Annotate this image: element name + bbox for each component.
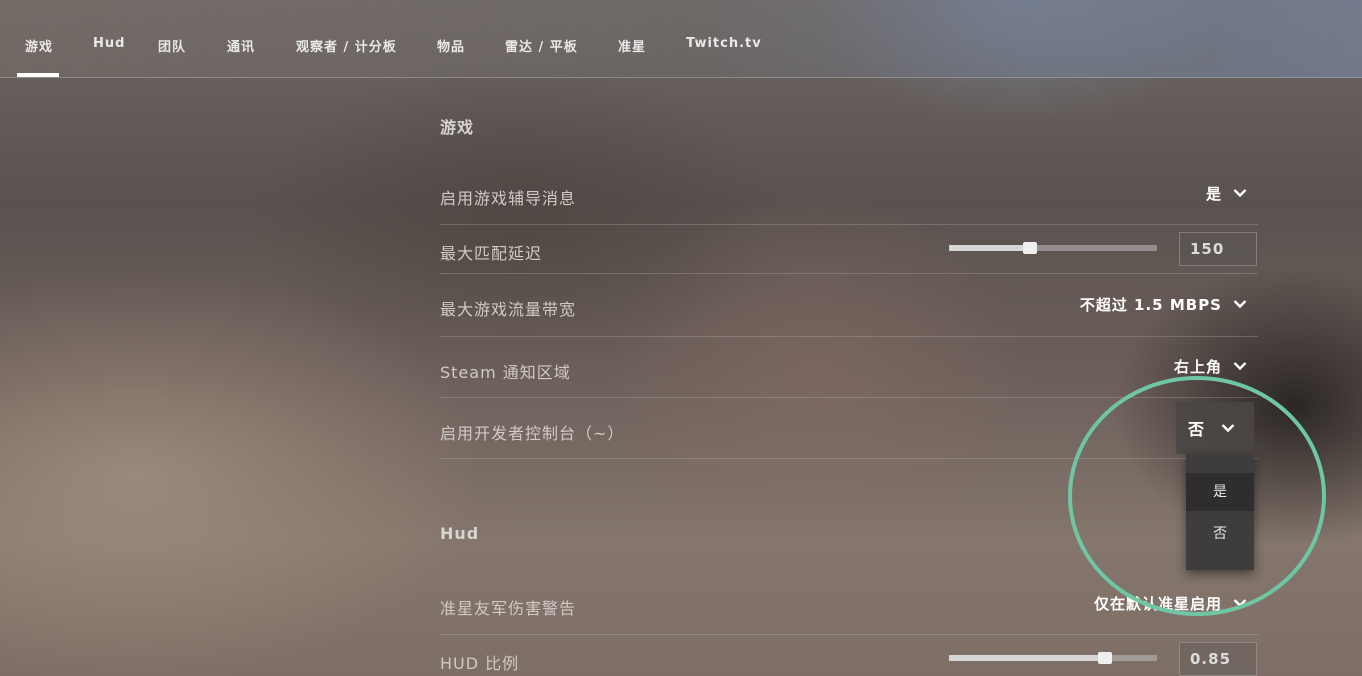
- slider-handle[interactable]: [1023, 242, 1038, 254]
- setting-row-max-ping: 最大匹配延迟 150: [440, 225, 1258, 274]
- hud-scale-input[interactable]: 0.85: [1179, 642, 1257, 676]
- ff-warning-dropdown[interactable]: 仅在默认准星启用: [1094, 586, 1258, 620]
- tab-communication[interactable]: 通讯: [227, 36, 255, 55]
- tab-spectator-scoreboard[interactable]: 观察者 / 计分板: [296, 36, 397, 55]
- tab-twitch[interactable]: Twitch.tv: [686, 36, 762, 51]
- slider-handle[interactable]: [1098, 652, 1112, 664]
- slider-fill: [949, 655, 1105, 661]
- dropdown-option-no[interactable]: 否: [1186, 515, 1254, 553]
- setting-label: 启用开发者控制台（~）: [440, 424, 625, 443]
- setting-label: 最大匹配延迟: [440, 244, 543, 263]
- chevron-down-icon: [1222, 586, 1258, 620]
- tab-team[interactable]: 团队: [158, 36, 186, 55]
- slider-fill: [949, 245, 1031, 251]
- setting-label: HUD 比例: [440, 654, 520, 673]
- setting-row-dev-console: 启用开发者控制台（~）: [440, 398, 1258, 459]
- setting-row-ff-warning: 准星友军伤害警告 仅在默认准星启用: [440, 576, 1258, 635]
- setting-label: 准星友军伤害警告: [440, 599, 577, 618]
- setting-row-steam-notify: Steam 通知区域 右上角: [440, 337, 1258, 398]
- setting-label: Steam 通知区域: [440, 363, 571, 382]
- section-title-game: 游戏: [440, 118, 475, 137]
- setting-row-hud-scale: HUD 比例 0.85: [440, 635, 1258, 676]
- chevron-down-icon: [1210, 411, 1246, 445]
- dropdown-value: 右上角: [1173, 357, 1222, 376]
- setting-row-bandwidth: 最大游戏流量带宽 不超过 1.5 MBPS: [440, 274, 1258, 337]
- tutor-messages-dropdown[interactable]: 是: [1206, 176, 1258, 210]
- tab-game[interactable]: 游戏: [16, 36, 60, 77]
- dev-console-dropdown[interactable]: 否: [1176, 402, 1254, 454]
- tab-radar-tablet[interactable]: 雷达 / 平板: [505, 36, 578, 55]
- setting-label: 启用游戏辅导消息: [440, 189, 577, 208]
- dropdown-value: 不超过 1.5 MBPS: [1079, 295, 1222, 314]
- setting-label: 最大游戏流量带宽: [440, 300, 577, 319]
- dev-console-dropdown-menu: 是 否: [1186, 454, 1254, 570]
- chevron-down-icon: [1222, 287, 1258, 321]
- bandwidth-dropdown[interactable]: 不超过 1.5 MBPS: [1080, 287, 1258, 321]
- dropdown-option-yes[interactable]: 是: [1186, 473, 1254, 511]
- steam-notify-dropdown[interactable]: 右上角: [1174, 349, 1258, 383]
- chevron-down-icon: [1222, 176, 1258, 210]
- dropdown-value: 仅在默认准星启用: [1093, 594, 1222, 613]
- top-nav: 游戏 Hud 团队 通讯 观察者 / 计分板 物品 雷达 / 平板 准星 Twi…: [0, 0, 1362, 78]
- hud-scale-slider[interactable]: [949, 652, 1157, 664]
- max-ping-input[interactable]: 150: [1179, 232, 1257, 266]
- tab-hud[interactable]: Hud: [93, 36, 125, 51]
- tab-crosshair[interactable]: 准星: [618, 36, 646, 55]
- dropdown-value: 否: [1188, 420, 1205, 439]
- setting-row-tutor-messages: 启用游戏辅导消息 是: [440, 166, 1258, 225]
- section-title-hud: Hud: [440, 524, 480, 543]
- chevron-down-icon: [1222, 349, 1258, 383]
- tab-items[interactable]: 物品: [437, 36, 465, 55]
- max-ping-slider[interactable]: [949, 242, 1157, 254]
- dropdown-value: 是: [1205, 184, 1222, 203]
